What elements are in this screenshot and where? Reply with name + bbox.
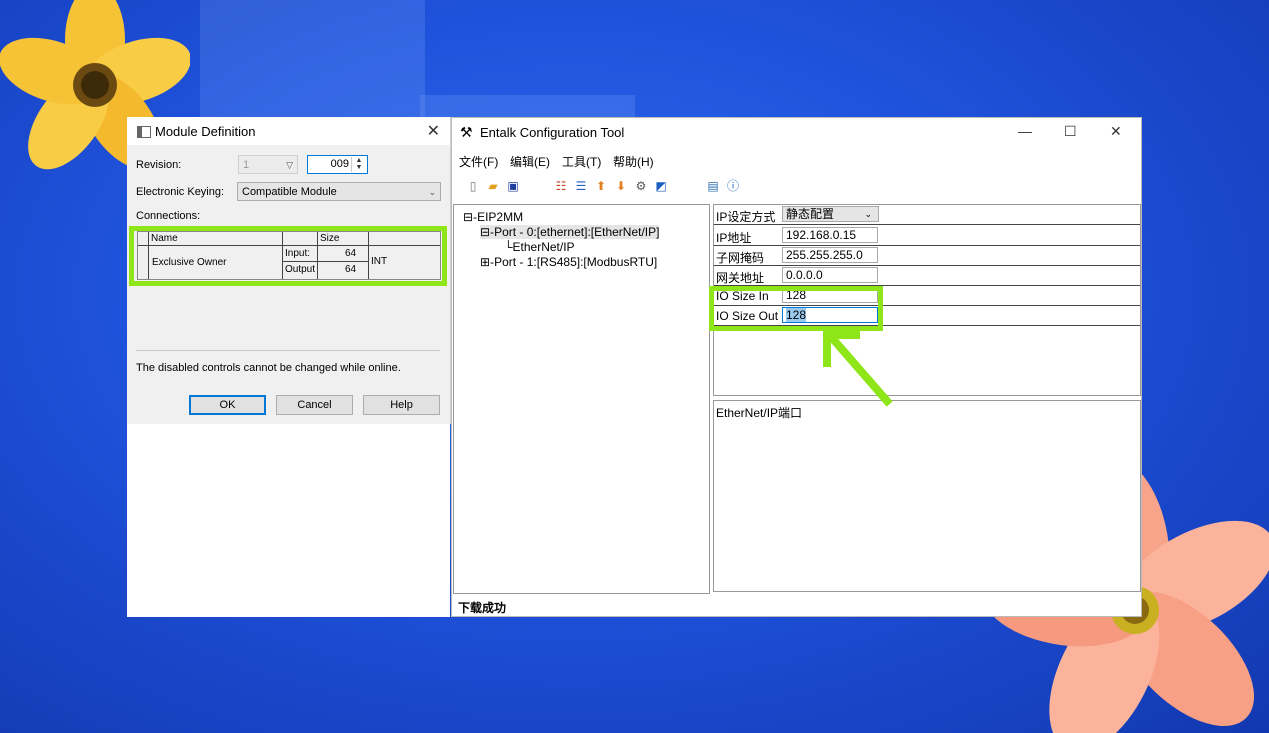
chevron-down-icon: ⌄ [428,187,436,197]
revision-minor-stepper[interactable]: 009 ▲ ▼ [307,155,368,174]
highlight-box-connections [129,226,447,286]
tree-port0[interactable]: ⊟-Port - 0:[ethernet]:[EtherNet/IP] [480,225,660,239]
property-key: 子网掩码 [716,251,765,265]
save-icon[interactable]: ▣ [506,179,520,193]
download-icon[interactable]: ⬇ [614,179,628,193]
connections-label: Connections: [136,210,201,222]
menu-help[interactable]: 帮助(H) [613,153,654,170]
close-icon[interactable]: ✕ [427,121,440,141]
tree-port0-child-label: EtherNet/IP [512,240,575,254]
device-tree: ⊟-EIP2MM ⊟-Port - 0:[ethernet]:[EtherNet… [453,204,710,594]
upload-icon[interactable]: ⬆ [594,179,608,193]
status-text: 下载成功 [458,601,507,615]
remove-device-icon[interactable]: ☰ [574,179,588,193]
property-key: 网关地址 [716,271,765,285]
menubar: 文件(F) 编辑(E) 工具(T) 帮助(H) [452,148,1141,170]
spin-arrows-icon[interactable]: ▲ ▼ [351,157,366,172]
gateway-field[interactable]: 0.0.0.0 [782,267,878,283]
help-button[interactable]: Help [363,395,440,415]
property-value: 静态配置 [786,207,835,221]
tree-port0-label: Port - 0:[ethernet]:[EtherNet/IP] [494,225,660,239]
tree-root[interactable]: ⊟-EIP2MM [463,210,523,224]
keying-value: Compatible Module [242,186,337,198]
add-device-icon[interactable]: ☷ [554,179,568,193]
keying-label: Electronic Keying: [136,186,225,198]
chevron-down-icon: ⌄ [864,209,872,219]
window-icon [137,126,151,138]
info-icon[interactable]: ⓘ [726,179,740,193]
property-row: IP地址 192.168.0.15 [714,226,1140,246]
dialog-titlebar: Module Definition ✕ [127,117,450,145]
toolbar: ▯ ▰ ▣ ☷ ☰ ⬆ ⬇ ⚙ ◩ ▤ ⓘ [452,174,1141,200]
maximize-icon[interactable]: ☐ [1064,123,1077,140]
property-value: 192.168.0.15 [786,228,857,242]
property-key: IP设定方式 [716,210,776,224]
module-definition-window: Module Definition ✕ Revision: 1 ▽ 009 ▲ ▼… [127,117,451,617]
keying-select[interactable]: Compatible Module ⌄ [237,182,441,201]
property-row: 网关地址 0.0.0.0 [714,266,1140,286]
separator [136,350,440,351]
debug-icon[interactable]: ▤ [706,179,720,193]
tree-port0-child[interactable]: └EtherNet/IP [504,240,575,254]
menu-edit[interactable]: 编辑(E) [510,153,550,170]
background-panel [200,0,425,120]
tree-port1[interactable]: ⊞-Port - 1:[RS485]:[ModbusRTU] [480,255,657,269]
revision-major-value: 1 [243,159,250,171]
ip-mode-select[interactable]: 静态配置 ⌄ [782,206,879,222]
property-value: 0.0.0.0 [786,268,823,282]
property-row: 子网掩码 255.255.255.0 [714,246,1140,266]
annotation-arrow-icon [823,331,893,407]
ok-button[interactable]: OK [189,395,266,415]
entalk-window: ⚒ Entalk Configuration Tool — ☐ ✕ 文件(F) … [451,117,1142,617]
tools-icon: ⚒ [460,124,473,140]
monitor-icon[interactable]: ◩ [654,179,668,193]
property-value: 255.255.255.0 [786,248,863,262]
ip-address-field[interactable]: 192.168.0.15 [782,227,878,243]
cancel-button[interactable]: Cancel [276,395,353,415]
subnet-mask-field[interactable]: 255.255.255.0 [782,247,878,263]
property-key: IP地址 [716,231,752,245]
tree-port1-label: Port - 1:[RS485]:[ModbusRTU] [494,255,658,269]
tree-root-label: EIP2MM [477,210,524,224]
entalk-titlebar: ⚒ Entalk Configuration Tool — ☐ ✕ [452,118,1141,146]
open-folder-icon[interactable]: ▰ [486,179,500,193]
chevron-down-icon: ▽ [286,160,293,170]
revision-major-select[interactable]: 1 ▽ [238,155,298,174]
new-file-icon[interactable]: ▯ [466,179,480,193]
menu-tools[interactable]: 工具(T) [562,153,601,170]
menu-file[interactable]: 文件(F) [459,153,498,170]
entalk-title: Entalk Configuration Tool [480,125,625,140]
online-note: The disabled controls cannot be changed … [136,362,401,374]
description-pane: EtherNet/IP端口 [713,400,1141,592]
close-icon[interactable]: ✕ [1110,123,1122,140]
description-text: EtherNet/IP端口 [716,406,803,420]
property-row: IP设定方式 静态配置 ⌄ [714,205,1140,225]
revision-minor-value: 009 [330,158,349,170]
minimize-icon[interactable]: — [1018,123,1032,139]
dialog-title: Module Definition [155,124,256,139]
revision-label: Revision: [136,159,182,171]
settings-icon[interactable]: ⚙ [634,179,648,193]
